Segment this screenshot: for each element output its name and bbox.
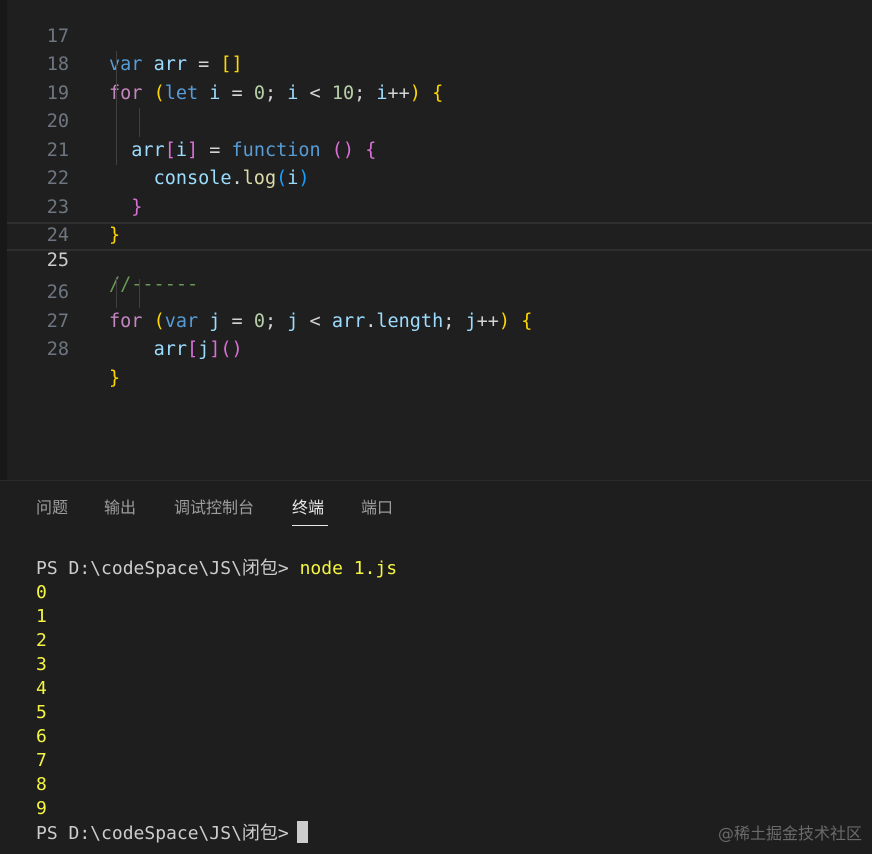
tab-output[interactable]: 输出: [104, 497, 136, 519]
terminal-output-line: 7: [36, 750, 47, 771]
terminal-output-line: 3: [36, 654, 47, 675]
code-line[interactable]: 26 for (var j = 0; j < arr.length; j++) …: [7, 251, 872, 332]
line-number: 28: [46, 339, 69, 360]
terminal-cursor: [296, 821, 308, 843]
terminal-command-line: PS D:\codeSpace\JS\闭包> node 1.js: [36, 557, 397, 581]
terminal-output-line: 5: [36, 702, 47, 723]
terminal-output-line: 8: [36, 774, 47, 795]
indent-guide: [139, 279, 140, 308]
terminal-output-line: 1: [36, 606, 47, 627]
code-line[interactable]: 18 for (let i = 0; i < 10; i++) {: [7, 23, 872, 104]
code-line[interactable]: 20 arr[i] = function () {: [7, 80, 872, 161]
code-text: arr[j](): [153, 339, 243, 360]
code-editor[interactable]: 17 var arr = [] 18 for (let i = 0; i < 1…: [0, 0, 872, 480]
tab-debug-console[interactable]: 调试控制台: [174, 497, 254, 519]
terminal-output-line: 6: [36, 726, 47, 747]
terminal-output-line: 4: [36, 678, 47, 699]
indent-guide: [139, 108, 140, 137]
code-line[interactable]: 24: [7, 194, 872, 246]
terminal-command: node 1.js: [299, 558, 398, 579]
terminal-prompt-line: PS D:\codeSpace\JS\闭包>: [36, 821, 308, 846]
code-text: }: [109, 367, 121, 389]
code-line[interactable]: 17 var arr = []: [7, 0, 872, 76]
terminal-prompt: PS D:\codeSpace\JS\闭包>: [36, 823, 289, 844]
watermark: @稀土掘金技术社区: [717, 824, 862, 843]
tab-problems[interactable]: 问题: [36, 497, 68, 519]
code-line[interactable]: 22 }: [7, 137, 872, 218]
terminal-output-line: 9: [36, 798, 47, 819]
tab-terminal[interactable]: 终端: [292, 497, 324, 519]
code-line[interactable]: 23 }: [7, 165, 872, 247]
code-line-current[interactable]: 25 //------: [7, 222, 872, 295]
active-tab-indicator: [292, 525, 328, 526]
indent-guide: [116, 279, 117, 308]
terminal-output-line: 0: [36, 582, 47, 603]
bottom-panel: 问题 输出 调试控制台 终端 端口 PS D:\codeSpace\JS\闭包>…: [0, 480, 872, 854]
code-line[interactable]: 21 console.log(i): [7, 108, 872, 190]
code-line[interactable]: 28 }: [7, 308, 872, 389]
code-line[interactable]: 19: [7, 51, 872, 104]
indent-guide: [116, 51, 117, 165]
code-line[interactable]: 27 arr[j](): [7, 279, 872, 361]
terminal-prompt: PS D:\codeSpace\JS\闭包>: [36, 558, 289, 579]
terminal-output-line: 2: [36, 630, 47, 651]
tab-ports[interactable]: 端口: [361, 497, 393, 519]
